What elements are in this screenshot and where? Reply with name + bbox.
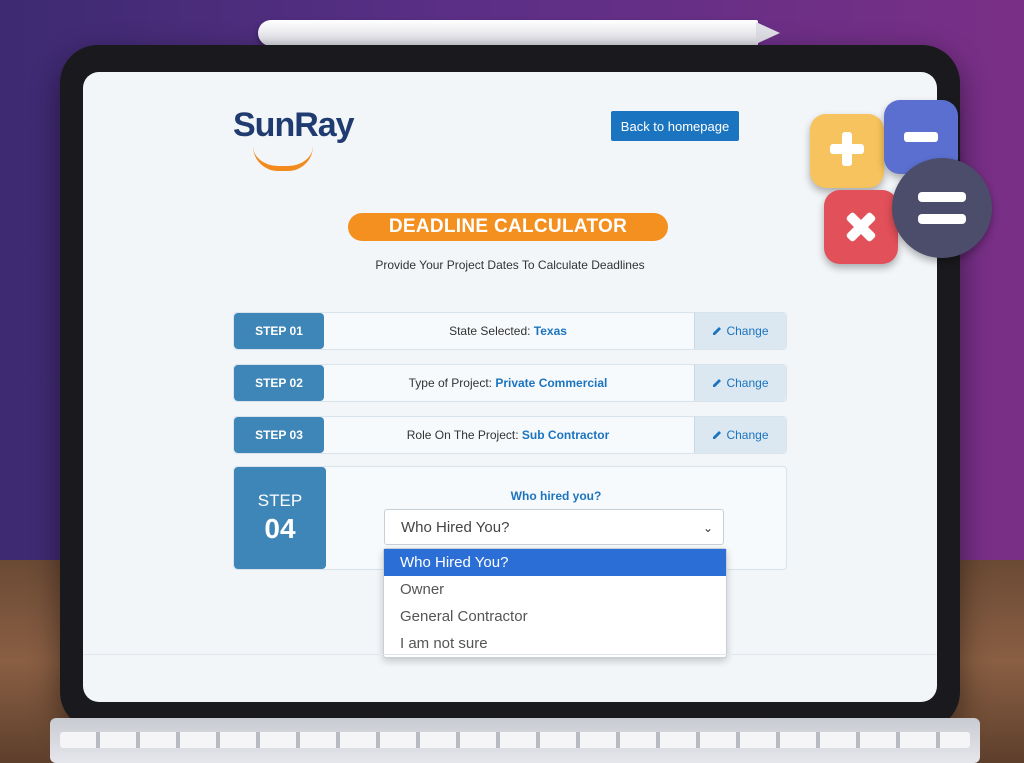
back-to-homepage-button[interactable]: Back to homepage [611, 111, 739, 141]
step-label: STEP 02 [234, 365, 324, 401]
select-value: Who Hired You? [401, 519, 510, 536]
option-owner[interactable]: Owner [384, 576, 726, 603]
step-summary-value: Private Commercial [495, 376, 608, 390]
option-not-sure[interactable]: I am not sure [384, 630, 726, 657]
step-summary: Role On The Project: Sub Contractor [324, 417, 692, 453]
pencil-icon [713, 379, 722, 387]
logo-smile-icon [253, 146, 313, 171]
equals-icon [892, 158, 992, 258]
step-row-2: STEP 02 Type of Project: Private Commerc… [233, 364, 787, 402]
change-state-button[interactable]: Change [694, 313, 786, 349]
step-summary: Type of Project: Private Commercial [324, 365, 692, 401]
step-summary-value: Texas [533, 324, 567, 338]
step-number: 04 [264, 513, 296, 544]
hired-by-select[interactable]: Who Hired You? ⌄ [384, 509, 724, 545]
pencil-icon [713, 327, 722, 335]
keyboard [50, 718, 980, 763]
option-who-hired-you[interactable]: Who Hired You? [384, 549, 726, 576]
step-summary-label: Role On The Project: [406, 428, 522, 442]
hired-by-question: Who hired you? [510, 489, 602, 503]
apple-pencil-tip [756, 22, 780, 44]
change-project-type-button[interactable]: Change [694, 365, 786, 401]
change-role-button[interactable]: Change [694, 417, 786, 453]
footer-divider [83, 654, 937, 655]
step-row-1: STEP 01 State Selected: Texas Change [233, 312, 787, 350]
step-word: STEP [257, 491, 303, 510]
tablet-screen: SunRay Back to homepage DEADLINE CALCULA… [83, 72, 937, 702]
plus-icon [810, 114, 884, 188]
logo-text: SunRay [233, 106, 355, 144]
change-label: Change [726, 376, 769, 390]
step-summary-value: Sub Contractor [521, 428, 610, 442]
change-label: Change [726, 428, 769, 442]
step-label: STEP 03 [234, 417, 324, 453]
apple-pencil [258, 20, 758, 46]
hired-by-dropdown: Who Hired You? Owner General Contractor … [383, 548, 727, 658]
step-summary-label: State Selected: [449, 324, 534, 338]
step-summary-label: Type of Project: [408, 376, 496, 390]
step-summary: State Selected: Texas [324, 313, 692, 349]
step-4-label: STEP 04 [234, 467, 326, 569]
option-general-contractor[interactable]: General Contractor [384, 603, 726, 630]
step-row-3: STEP 03 Role On The Project: Sub Contrac… [233, 416, 787, 454]
change-label: Change [726, 324, 769, 338]
pencil-icon [713, 431, 722, 439]
chevron-down-icon: ⌄ [702, 521, 713, 535]
page-subtitle: Provide Your Project Dates To Calculate … [375, 258, 645, 272]
times-icon [824, 190, 898, 264]
calculator-icon [810, 100, 1000, 270]
sunray-logo[interactable]: SunRay [233, 106, 383, 171]
page-title: DEADLINE CALCULATOR [348, 213, 668, 241]
step-label: STEP 01 [234, 313, 324, 349]
